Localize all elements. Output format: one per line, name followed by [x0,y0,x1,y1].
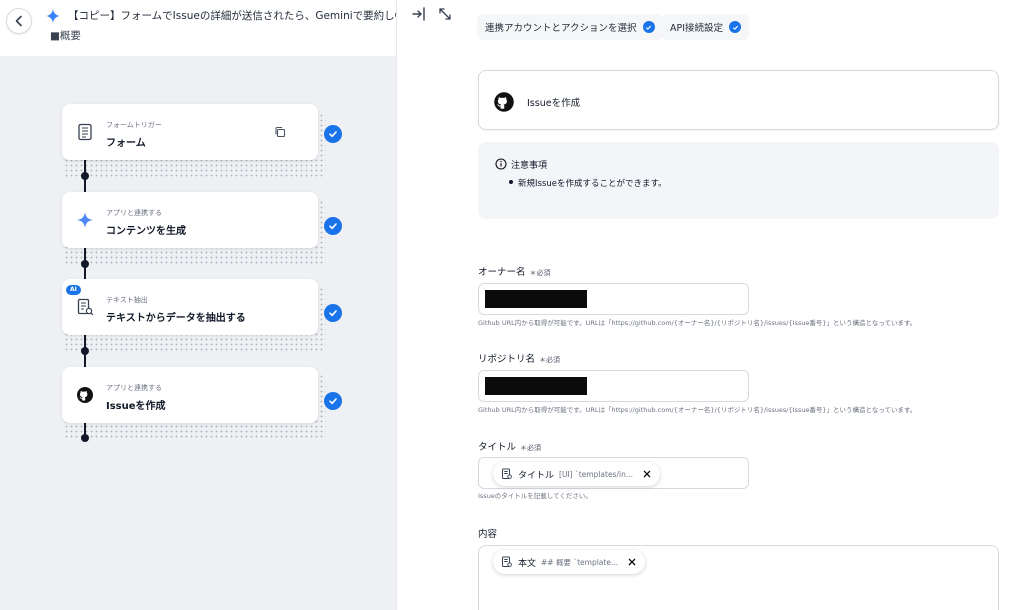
variable-chip[interactable]: タイトル [UI] `templates/in... [493,462,660,486]
owner-input[interactable] [478,283,749,315]
connector-dot[interactable] [81,347,89,355]
node-title: テキストからデータを抽出する [106,313,246,324]
node-complete-badge [324,392,342,410]
node-title: コンテンツを生成 [106,226,186,237]
close-icon[interactable] [642,469,652,479]
flow-node-text-extract[interactable]: テキスト抽出 テキストからデータを抽出する [62,279,318,335]
workflow-canvas: 【コピー】フォームでIssueの詳細が送信されたら、Geminiで要約しGitH… [0,0,396,610]
flow-node-create-issue[interactable]: アプリと連携する Issueを作成 [62,367,318,423]
repo-help: Github URL内から取得が可能です。URLは「https://github… [478,406,917,414]
chip-path: ## 概要 `template... [541,557,619,567]
app-root: 【コピー】フォームでIssueの詳細が送信されたら、Geminiで要約しGitH… [0,0,1024,610]
node-title: フォーム [106,138,146,149]
text-extract-icon [502,468,512,479]
title-help: Issueのタイトルを記載してください。 [478,492,592,500]
repo-label: リポジトリ名 ＊必須 [478,351,560,365]
close-icon[interactable] [627,557,637,567]
check-icon [329,131,337,138]
check-icon [642,21,655,33]
field-label-text: リポジトリ名 [478,354,536,365]
node-title: Issueを作成 [106,401,166,412]
content-label: 内容 [478,526,497,540]
owner-help: Github URL内から取得が可能です。URLは「https://github… [478,319,917,327]
flow-node-generate-content[interactable]: アプリと連携する コンテンツを生成 [62,192,318,248]
node-type-label: テキスト抽出 [106,296,148,304]
github-icon [494,92,514,112]
title-label: タイトル ＊必須 [478,439,541,453]
flow-node-form[interactable]: フォームトリガー フォーム [62,104,318,160]
field-label-text: オーナー名 [478,267,526,278]
required-mark: ＊必須 [520,444,542,452]
collapse-panel-icon[interactable] [411,6,427,22]
text-extract-icon [502,556,512,567]
node-complete-badge [324,217,342,235]
check-icon [329,223,337,230]
required-mark: ＊必須 [539,356,561,364]
github-icon [77,387,93,403]
field-label-text: タイトル [478,442,517,453]
notice-title: 注意事項 [511,161,548,171]
info-icon [495,158,507,170]
tab-label: API接続設定 [670,23,724,34]
redacted-value [485,290,587,308]
tab-label: 連携アカウントとアクションを選択 [485,23,637,34]
connector-dot[interactable] [81,172,89,180]
required-mark: ＊必須 [529,269,551,277]
variable-chip[interactable]: 本文 ## 概要 `template... [493,550,646,574]
back-button[interactable] [6,8,32,34]
workflow-subtitle: ■概要 [50,30,81,42]
expand-icon[interactable] [437,6,453,22]
node-complete-badge [324,125,342,143]
chip-label: 本文 [518,558,537,569]
title-input[interactable]: タイトル [UI] `templates/in... [478,457,749,489]
chevron-left-icon [15,15,22,27]
workflow-title[interactable]: 【コピー】フォームでIssueの詳細が送信されたら、Geminiで要約しGitH… [68,8,396,23]
connector-dot[interactable] [81,260,89,268]
node-type-label: フォームトリガー [106,121,162,129]
chip-label: タイトル [518,470,555,481]
settings-panel: 連携アカウントとアクションを選択 API接続設定 Issueを作成 注意事項 新… [396,0,1024,610]
content-textarea[interactable]: 本文 ## 概要 `template... [478,545,999,610]
node-complete-badge [324,304,342,322]
connector-dot[interactable] [81,434,89,442]
gemini-sparkle-icon [46,9,60,23]
repo-input[interactable] [478,370,749,402]
node-type-label: アプリと連携する [106,209,162,217]
copy-icon[interactable] [274,126,286,138]
gemini-sparkle-icon [77,212,93,228]
text-extract-icon [77,298,94,316]
workflow-header: 【コピー】フォームでIssueの詳細が送信されたら、Geminiで要約しGitH… [0,0,396,56]
check-icon [329,310,337,317]
action-label: Issueを作成 [527,98,581,109]
chip-path: [UI] `templates/in... [559,469,633,479]
owner-label: オーナー名 ＊必須 [478,264,551,278]
notice-box: 注意事項 新規Issueを作成することができます。 [478,142,999,219]
bullet [509,180,513,184]
field-label-text: 内容 [478,529,498,540]
redacted-value [485,377,587,395]
form-icon [78,123,92,141]
tab-api-settings[interactable]: API接続設定 [662,14,750,40]
check-icon [729,21,742,33]
check-icon [329,398,337,405]
notice-item: 新規Issueを作成することができます。 [518,179,667,189]
selected-action-card[interactable]: Issueを作成 [478,70,999,130]
ai-badge: AI [66,285,81,295]
tab-select-account-action[interactable]: 連携アカウントとアクションを選択 [477,14,663,40]
node-type-label: アプリと連携する [106,384,162,392]
